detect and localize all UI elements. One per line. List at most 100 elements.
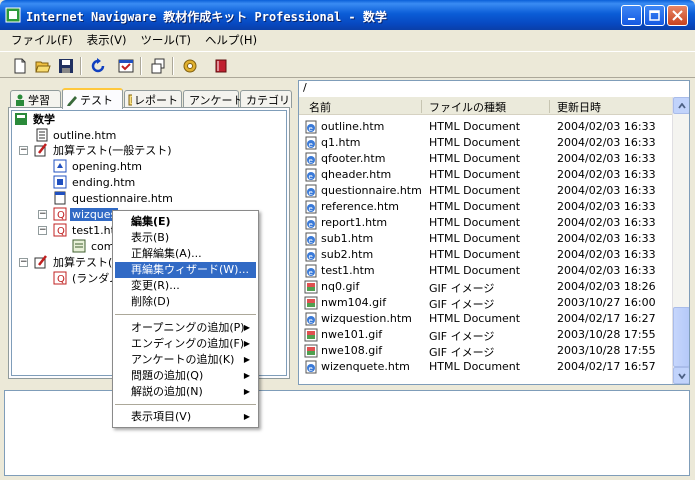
current-path: /: [303, 81, 307, 94]
file-date: 2004/02/03 16:33: [557, 200, 656, 213]
question-icon: Q: [53, 223, 67, 237]
tree-item[interactable]: Q test1.ht: [53, 222, 117, 238]
ctx-edit[interactable]: 編集(E): [115, 214, 256, 230]
window-icon: [151, 58, 165, 74]
menu-file[interactable]: ファイル(F): [4, 32, 80, 48]
file-row[interactable]: nq0.gif GIF イメージ 2004/02/03 18:26: [299, 279, 672, 295]
file-row[interactable]: e wizquestion.htm HTML Document 2004/02/17 …: [299, 311, 672, 327]
minimize-button[interactable]: [621, 5, 642, 26]
save-button[interactable]: [55, 55, 77, 77]
file-row[interactable]: e sub1.htm HTML Document 2004/02/03 16:33: [299, 231, 672, 247]
column-date[interactable]: 更新日時: [557, 99, 601, 115]
output-panel[interactable]: [4, 390, 690, 476]
ctx-view[interactable]: 表示(B): [115, 230, 256, 246]
maximize-button[interactable]: [644, 5, 665, 26]
open-button[interactable]: [32, 55, 54, 77]
ctx-add-opening[interactable]: オープニングの追加(P) ▶: [115, 320, 256, 336]
menu-view[interactable]: 表示(V): [80, 32, 134, 48]
ctx-add-explanation[interactable]: 解説の追加(N) ▶: [115, 384, 256, 400]
settings-button[interactable]: [179, 55, 201, 77]
ctx-add-question[interactable]: 問題の追加(Q) ▶: [115, 368, 256, 384]
tree-root[interactable]: 数学: [14, 111, 57, 127]
ctx-display-items[interactable]: 表示項目(V) ▶: [115, 409, 256, 425]
file-row[interactable]: e report1.htm HTML Document 2004/02/03 16:3…: [299, 215, 672, 231]
file-name: reference.htm: [321, 200, 400, 213]
close-button[interactable]: [667, 5, 688, 26]
ctx-change[interactable]: 変更(R)...: [115, 278, 256, 294]
scroll-down-button[interactable]: [673, 367, 689, 384]
collapse-toggle[interactable]: −: [38, 210, 47, 219]
tab-questionnaire[interactable]: アンケート: [183, 90, 244, 108]
ctx-delete[interactable]: 削除(D): [115, 294, 256, 310]
file-name: nq0.gif: [321, 280, 360, 293]
tab-learning-label: 学習: [28, 93, 50, 107]
file-list-panel[interactable]: / 名前 ファイルの種類 更新日時 e outline.htm HTML Docum…: [298, 80, 690, 385]
scroll-thumb[interactable]: [673, 307, 689, 367]
svg-text:e: e: [309, 237, 313, 245]
tab-questionnaire-label: アンケート: [189, 93, 244, 107]
html-file-icon: e: [305, 200, 317, 214]
column-type[interactable]: ファイルの種類: [429, 99, 506, 115]
window-button[interactable]: [147, 55, 169, 77]
file-row[interactable]: e questionnaire.htm HTML Document 2004/02/0…: [299, 183, 672, 199]
tree-item[interactable]: questionnaire.htm: [53, 190, 175, 206]
test-icon: [34, 143, 47, 157]
html-file-icon: e: [305, 216, 317, 230]
file-type: GIF イメージ: [429, 346, 495, 359]
ctx-answer-edit[interactable]: 正解編集(A)...: [115, 246, 256, 262]
tab-category[interactable]: カテゴリ: [240, 90, 292, 108]
tab-learning[interactable]: 学習: [10, 90, 61, 108]
file-row[interactable]: e wizenquete.htm HTML Document 2004/02/17 1…: [299, 359, 672, 375]
file-row[interactable]: nwm104.gif GIF イメージ 2003/10/27 16:00: [299, 295, 672, 311]
svg-text:e: e: [309, 269, 313, 277]
refresh-button[interactable]: [87, 55, 109, 77]
svg-text:e: e: [309, 205, 313, 213]
column-divider[interactable]: [421, 100, 422, 113]
vertical-scrollbar[interactable]: [672, 97, 689, 384]
title-bar[interactable]: Internet Navigware 教材作成キット Professional …: [0, 0, 695, 30]
file-row[interactable]: e qheader.htm HTML Document 2004/02/03 16:3…: [299, 167, 672, 183]
ending-icon: [53, 175, 67, 189]
file-row[interactable]: e test1.htm HTML Document 2004/02/03 16:33: [299, 263, 672, 279]
properties-button[interactable]: [115, 55, 137, 77]
menu-help[interactable]: ヘルプ(H): [198, 32, 264, 48]
gif-file-icon: [304, 344, 318, 358]
file-row[interactable]: e q1.htm HTML Document 2004/02/03 16:33: [299, 135, 672, 151]
column-name[interactable]: 名前: [309, 99, 331, 115]
file-row[interactable]: nwe101.gif GIF イメージ 2003/10/28 17:55: [299, 327, 672, 343]
tab-report-label: レポート: [134, 93, 178, 107]
menu-tools[interactable]: ツール(T): [133, 32, 198, 48]
file-row[interactable]: nwe108.gif GIF イメージ 2003/10/28 17:55: [299, 343, 672, 359]
collapse-toggle[interactable]: −: [19, 258, 28, 267]
submenu-arrow-icon: ▶: [243, 387, 250, 396]
ctx-add-ending[interactable]: エンディングの追加(F) ▶: [115, 336, 256, 352]
file-type: GIF イメージ: [429, 298, 495, 311]
new-button[interactable]: [9, 55, 31, 77]
tree-item[interactable]: outline.htm: [36, 127, 118, 143]
tab-report[interactable]: レポート: [124, 90, 182, 108]
scroll-up-button[interactable]: [673, 97, 689, 114]
file-row[interactable]: e qfooter.htm HTML Document 2004/02/03 16:3…: [299, 151, 672, 167]
file-type: HTML Document: [429, 360, 521, 373]
collapse-toggle[interactable]: −: [19, 146, 28, 155]
file-row[interactable]: e reference.htm HTML Document 2004/02/03 16…: [299, 199, 672, 215]
column-divider[interactable]: [549, 100, 550, 113]
file-type: HTML Document: [429, 184, 521, 197]
tab-test[interactable]: テスト: [62, 88, 123, 109]
ctx-reedit-wizard[interactable]: 再編集ウィザード(W)...: [115, 262, 256, 278]
tree-item[interactable]: 加算テスト(一般テスト): [34, 142, 174, 158]
chevron-up-icon: [677, 102, 686, 109]
ctx-add-questionnaire[interactable]: アンケートの追加(K) ▶: [115, 352, 256, 368]
file-row[interactable]: e outline.htm HTML Document 2004/02/03 16:3…: [299, 119, 672, 135]
tree-item[interactable]: 加算テスト(: [34, 254, 114, 270]
file-type: HTML Document: [429, 168, 521, 181]
file-date: 2003/10/28 17:55: [557, 328, 656, 341]
file-name: report1.htm: [321, 216, 388, 229]
book-button[interactable]: [210, 55, 232, 77]
collapse-toggle[interactable]: −: [38, 226, 47, 235]
file-row[interactable]: e sub2.htm HTML Document 2004/02/03 16:33: [299, 247, 672, 263]
tree-item[interactable]: com: [72, 238, 117, 254]
tree-item-selected[interactable]: Q wizques: [53, 206, 119, 222]
tree-item[interactable]: ending.htm: [53, 174, 137, 190]
tree-item[interactable]: opening.htm: [53, 158, 144, 174]
